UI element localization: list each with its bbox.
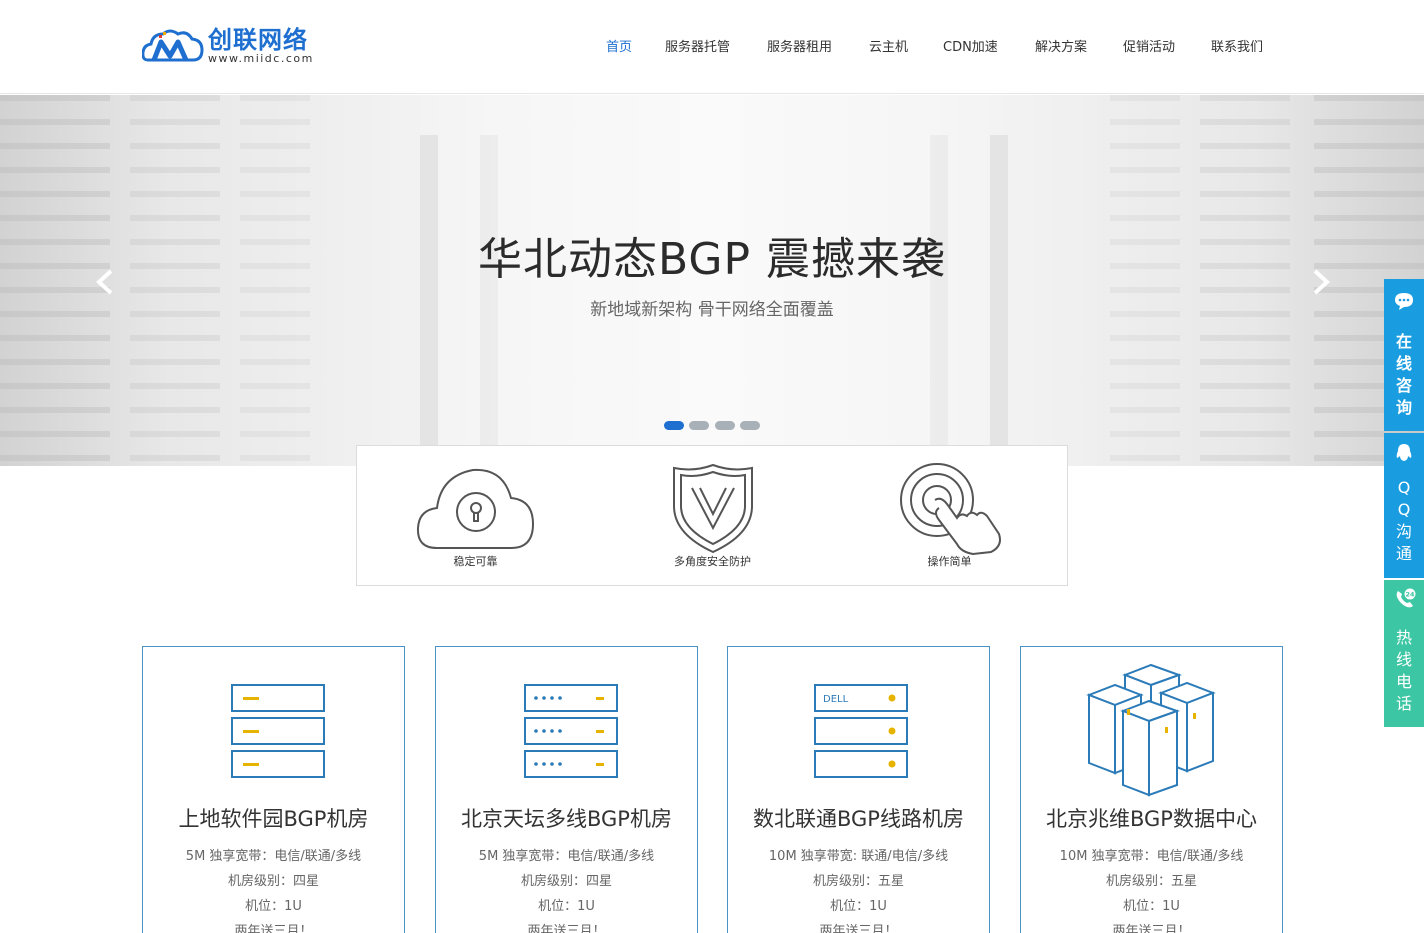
card-level: 机房级别：五星 [812, 874, 904, 889]
side-char: Q [1397, 478, 1411, 497]
card-level: 机房级别：四星 [227, 874, 319, 889]
hotline-badge: 24 [1405, 591, 1415, 599]
card-promo: 两年送三月！ [527, 924, 606, 933]
banner-title: 华北动态BGP 震撼来袭 [477, 234, 947, 285]
card-level: 机房级别：四星 [520, 874, 612, 889]
card-slot: 机位：1U [1123, 899, 1180, 914]
phone-24h-icon: 24 [1396, 588, 1416, 608]
feature-label: 多角度安全防护 [674, 555, 751, 568]
nav-promotions[interactable]: 促销活动 [1123, 38, 1175, 58]
prev-slide-icon[interactable] [92, 268, 120, 296]
product-card-tiantan[interactable]: 北京天坛多线BGP机房 5M 独享宽带：电信/联通/多线 机房级别：四星 机位：… [435, 646, 698, 933]
feature-stable: 稳定可靠 [357, 446, 594, 585]
side-char: 咨 [1395, 376, 1412, 395]
nav-server-rental[interactable]: 服务器租用 [767, 38, 832, 58]
card-bandwidth: 5M 独享宽带：电信/联通/多线 [185, 849, 362, 864]
card-title: 上地软件园BGP机房 [178, 807, 369, 831]
side-label-qq: Q Q 沟 通 [1384, 477, 1424, 565]
nav-contact[interactable]: 联系我们 [1211, 38, 1263, 58]
dell-server-icon: DELL [814, 684, 908, 778]
card-slot: 机位：1U [538, 899, 595, 914]
slider-dot-4[interactable] [740, 421, 760, 430]
slider-dot-1[interactable] [664, 421, 684, 430]
card-title: 数北联通BGP线路机房 [753, 807, 964, 831]
card-slot: 机位：1U [830, 899, 887, 914]
slider-dot-3[interactable] [715, 421, 735, 430]
card-title: 北京兆维BGP数据中心 [1046, 807, 1257, 831]
nav-cdn[interactable]: CDN加速 [943, 38, 998, 58]
card-bandwidth: 10M 独享宽带：电信/联通/多线 [1059, 849, 1244, 864]
nav-cloud-host[interactable]: 云主机 [869, 38, 908, 58]
chat-bubble-icon [1395, 293, 1413, 310]
side-char: 在 [1395, 332, 1412, 351]
nav-server-hosting[interactable]: 服务器托管 [665, 38, 730, 58]
card-title: 北京天坛多线BGP机房 [461, 807, 672, 831]
page: 创联网络 www.miidc.com 首页 服务器托管 服务器租用 云主机 CD… [0, 0, 1424, 933]
side-char: Q [1397, 500, 1411, 519]
side-char: 话 [1395, 694, 1412, 713]
card-promo: 两年送三月！ [234, 924, 313, 933]
header: 创联网络 www.miidc.com 首页 服务器托管 服务器租用 云主机 CD… [0, 0, 1424, 94]
cloud-lock-icon [416, 468, 535, 549]
server-rack-icon [524, 684, 618, 778]
side-char: 通 [1395, 544, 1412, 563]
feature-label: 操作简单 [927, 555, 972, 568]
card-level: 机房级别：五星 [1105, 874, 1197, 889]
server-stack-icon [231, 684, 325, 778]
feature-security: 多角度安全防护 [594, 446, 831, 585]
side-char: 沟 [1395, 522, 1412, 541]
feature-label: 稳定可靠 [453, 555, 498, 568]
touch-hand-icon [900, 463, 1001, 556]
side-char: 线 [1395, 354, 1412, 373]
side-char: 询 [1395, 398, 1412, 417]
shield-icon [673, 463, 753, 554]
side-label-hotline: 热 线 电 话 [1384, 627, 1424, 715]
feature-strip: 稳定可靠 多角度安全防护 操作简单 [356, 445, 1068, 586]
hotline-button[interactable]: 24 热 线 电 话 [1384, 580, 1424, 727]
side-char: 线 [1395, 650, 1412, 669]
data-center-cubes-icon [1086, 663, 1216, 797]
side-char: 热 [1395, 628, 1412, 647]
nav-solutions[interactable]: 解决方案 [1035, 38, 1087, 58]
qq-penguin-icon [1396, 444, 1412, 461]
card-bandwidth: 10M 独享带宽: 联通/电信/多线 [768, 849, 949, 864]
slider-dot-2[interactable] [689, 421, 709, 430]
card-promo: 两年送三月！ [1112, 924, 1191, 933]
side-char: 电 [1395, 672, 1412, 691]
next-slide-icon[interactable] [1306, 268, 1334, 296]
card-promo: 两年送三月！ [819, 924, 898, 933]
product-card-shubei[interactable]: DELL 数北联通BGP线路机房 10M 独享带宽: 联通/电信/多线 机房级别… [727, 646, 990, 933]
feature-simple: 操作简单 [831, 446, 1068, 585]
main-nav: 首页 服务器托管 服务器租用 云主机 CDN加速 解决方案 促销活动 联系我们 [0, 38, 1424, 58]
card-slot: 机位：1U [245, 899, 302, 914]
nav-home[interactable]: 首页 [606, 38, 632, 58]
product-card-zhaowei[interactable]: 北京兆维BGP数据中心 10M 独享宽带：电信/联通/多线 机房级别：五星 机位… [1020, 646, 1283, 933]
side-label-consult: 在 线 咨 询 [1384, 331, 1424, 419]
online-consult-button[interactable]: 在 线 咨 询 [1384, 279, 1424, 431]
product-card-shangdi[interactable]: 上地软件园BGP机房 5M 独享宽带：电信/联通/多线 机房级别：四星 机位：1… [142, 646, 405, 933]
banner-subtitle: 新地域新架构 骨干网络全面覆盖 [590, 300, 834, 320]
qq-chat-button[interactable]: Q Q 沟 通 [1384, 433, 1424, 578]
dell-brand-text: DELL [823, 694, 849, 705]
card-bandwidth: 5M 独享宽带：电信/联通/多线 [478, 849, 655, 864]
